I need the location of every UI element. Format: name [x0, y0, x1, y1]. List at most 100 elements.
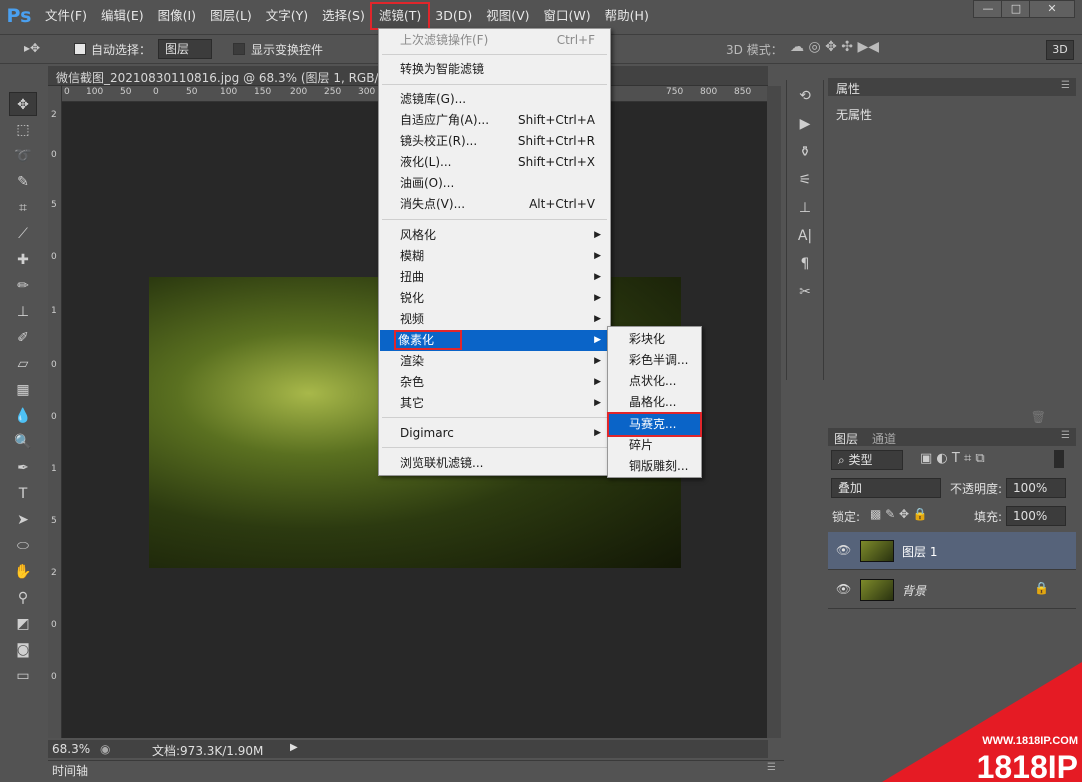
submenu-crystallize[interactable]: 晶格化...: [609, 392, 700, 413]
menu-oil-paint[interactable]: 油画(O)...: [380, 173, 609, 194]
trash-icon[interactable]: 🗑: [1031, 410, 1046, 424]
move-tool-icon[interactable]: ▸✥: [24, 41, 40, 55]
menu-distort[interactable]: 扭曲 ▶: [380, 267, 609, 288]
zoom-tool-icon[interactable]: ⚲: [9, 586, 37, 610]
healing-tool-icon[interactable]: ✚: [9, 248, 37, 272]
blend-mode-dropdown[interactable]: 叠加: [831, 478, 941, 498]
menu-3d[interactable]: 3D(D): [428, 4, 479, 28]
menu-video[interactable]: 视频 ▶: [380, 309, 609, 330]
path-select-icon[interactable]: ➤: [9, 508, 37, 532]
menu-select[interactable]: 选择(S): [315, 4, 372, 28]
menu-other[interactable]: 其它 ▶: [380, 393, 609, 414]
show-transform-checkbox[interactable]: [233, 43, 245, 55]
menu-browse-online[interactable]: 浏览联机滤镜...: [380, 453, 609, 474]
submenu-mezzotint[interactable]: 铜版雕刻...: [609, 456, 700, 477]
layer-name[interactable]: 图层 1: [902, 543, 937, 560]
pen-tool-icon[interactable]: ✒: [9, 456, 37, 480]
menu-view[interactable]: 视图(V): [479, 4, 536, 28]
menu-layer[interactable]: 图层(L): [203, 4, 259, 28]
maximize-button[interactable]: □: [1001, 0, 1031, 18]
hand-tool-icon[interactable]: ✋: [9, 560, 37, 584]
dodge-tool-icon[interactable]: 🔍: [9, 430, 37, 454]
menu-convert-smart[interactable]: 转换为智能滤镜: [380, 59, 609, 80]
layer-filter-dropdown[interactable]: ⌕ 类型: [831, 450, 903, 470]
submenu-pointillize[interactable]: 点状化...: [609, 371, 700, 392]
eyedropper-tool-icon[interactable]: ⟋: [9, 222, 37, 246]
actions-play-icon[interactable]: ▶: [792, 112, 818, 136]
layer-row-layer1[interactable]: 👁 图层 1: [828, 532, 1076, 570]
gradient-tool-icon[interactable]: ▦: [9, 378, 37, 402]
menu-pixelate[interactable]: 像素化 ▶: [380, 330, 609, 351]
crop-tool-icon[interactable]: ⌗: [9, 196, 37, 220]
close-button[interactable]: ✕: [1029, 0, 1075, 18]
menu-filter[interactable]: 滤镜(T): [369, 2, 431, 30]
menu-vanishing-point[interactable]: 消失点(V)... Alt+Ctrl+V: [380, 194, 609, 215]
menu-edit[interactable]: 编辑(E): [94, 4, 151, 28]
layer-name[interactable]: 背景: [902, 582, 926, 599]
menu-render[interactable]: 渲染 ▶: [380, 351, 609, 372]
quick-select-tool-icon[interactable]: ✎: [9, 170, 37, 194]
clone-source-icon[interactable]: ⊥: [792, 196, 818, 220]
panel-menu-icon[interactable]: ☰: [767, 762, 776, 773]
panel-menu-icon[interactable]: ☰: [1061, 430, 1070, 441]
paragraph-icon[interactable]: ¶: [792, 252, 818, 276]
fill-input[interactable]: 100%: [1006, 506, 1066, 526]
menu-image[interactable]: 图像(I): [151, 4, 203, 28]
menu-file[interactable]: 文件(F): [38, 4, 94, 28]
tool-presets-icon[interactable]: ✂: [792, 280, 818, 304]
lock-icons[interactable]: ▩ ✎ ✥ 🔒: [870, 507, 928, 521]
auto-select-dropdown[interactable]: 图层: [158, 39, 212, 59]
brush-tool-icon[interactable]: ✏: [9, 274, 37, 298]
properties-tab[interactable]: 属性: [836, 80, 860, 97]
eye-icon[interactable]: 👁: [836, 543, 851, 557]
menu-sharpen[interactable]: 锐化 ▶: [380, 288, 609, 309]
menu-stylize[interactable]: 风格化 ▶: [380, 225, 609, 246]
menu-window[interactable]: 窗口(W): [537, 4, 598, 28]
menu-blur[interactable]: 模糊 ▶: [380, 246, 609, 267]
menu-lens-correction[interactable]: 镜头校正(R)... Shift+Ctrl+R: [380, 131, 609, 152]
opacity-input[interactable]: 100%: [1006, 478, 1066, 498]
timeline-panel[interactable]: 时间轴 ☰: [48, 760, 784, 778]
eraser-tool-icon[interactable]: ▱: [9, 352, 37, 376]
submenu-fragment[interactable]: 碎片: [609, 435, 700, 456]
submenu-crystallize-color[interactable]: 彩块化: [609, 329, 700, 350]
brush-presets-icon[interactable]: ⚱: [792, 140, 818, 164]
stamp-tool-icon[interactable]: ⊥: [9, 300, 37, 324]
character-icon[interactable]: A|: [792, 224, 818, 248]
3d-button[interactable]: 3D: [1046, 40, 1074, 60]
3d-orbit-icon[interactable]: ☁ ◎ ✥ ✣ ▶◀: [790, 39, 879, 55]
tab-layers[interactable]: 图层: [834, 430, 858, 447]
menu-noise[interactable]: 杂色 ▶: [380, 372, 609, 393]
menu-liquify[interactable]: 液化(L)... Shift+Ctrl+X: [380, 152, 609, 173]
zoom-level[interactable]: 68.3%: [52, 742, 90, 756]
panel-menu-icon[interactable]: ☰: [1061, 80, 1070, 91]
eye-icon[interactable]: 👁: [836, 582, 851, 596]
brush-settings-icon[interactable]: ⚟: [792, 168, 818, 192]
vertical-scrollbar[interactable]: [767, 86, 781, 738]
play-icon[interactable]: ▶: [290, 742, 298, 753]
type-tool-icon[interactable]: T: [9, 482, 37, 506]
menu-adaptive-wide[interactable]: 自适应广角(A)... Shift+Ctrl+A: [380, 110, 609, 131]
menu-type[interactable]: 文字(Y): [259, 4, 315, 28]
info-icon[interactable]: ◉: [100, 742, 110, 756]
history-icon[interactable]: ⟲: [792, 84, 818, 108]
screen-mode-icon[interactable]: ▭: [9, 664, 37, 688]
lasso-tool-icon[interactable]: ➰: [9, 144, 37, 168]
minimize-button[interactable]: —: [973, 0, 1003, 18]
move-tool-icon[interactable]: ✥: [9, 92, 37, 116]
color-swatch-icon[interactable]: ◩: [9, 612, 37, 636]
layer-row-background[interactable]: 👁 背景 🔒: [828, 571, 1076, 609]
menu-digimarc[interactable]: Digimarc ▶: [380, 423, 609, 444]
marquee-tool-icon[interactable]: ⬚: [9, 118, 37, 142]
shape-tool-icon[interactable]: ⬭: [9, 534, 37, 558]
filter-icons[interactable]: ▣ ◐ T ⌗ ⧉: [920, 451, 985, 466]
submenu-mosaic[interactable]: 马赛克...: [607, 412, 702, 437]
filter-toggle[interactable]: [1054, 450, 1064, 468]
history-brush-icon[interactable]: ✐: [9, 326, 37, 350]
menu-help[interactable]: 帮助(H): [598, 4, 656, 28]
blur-tool-icon[interactable]: 💧: [9, 404, 37, 428]
menu-filter-gallery[interactable]: 滤镜库(G)...: [380, 89, 609, 110]
auto-select-checkbox[interactable]: [74, 43, 86, 55]
quick-mask-icon[interactable]: ◙: [9, 638, 37, 662]
submenu-color-halftone[interactable]: 彩色半调...: [609, 350, 700, 371]
